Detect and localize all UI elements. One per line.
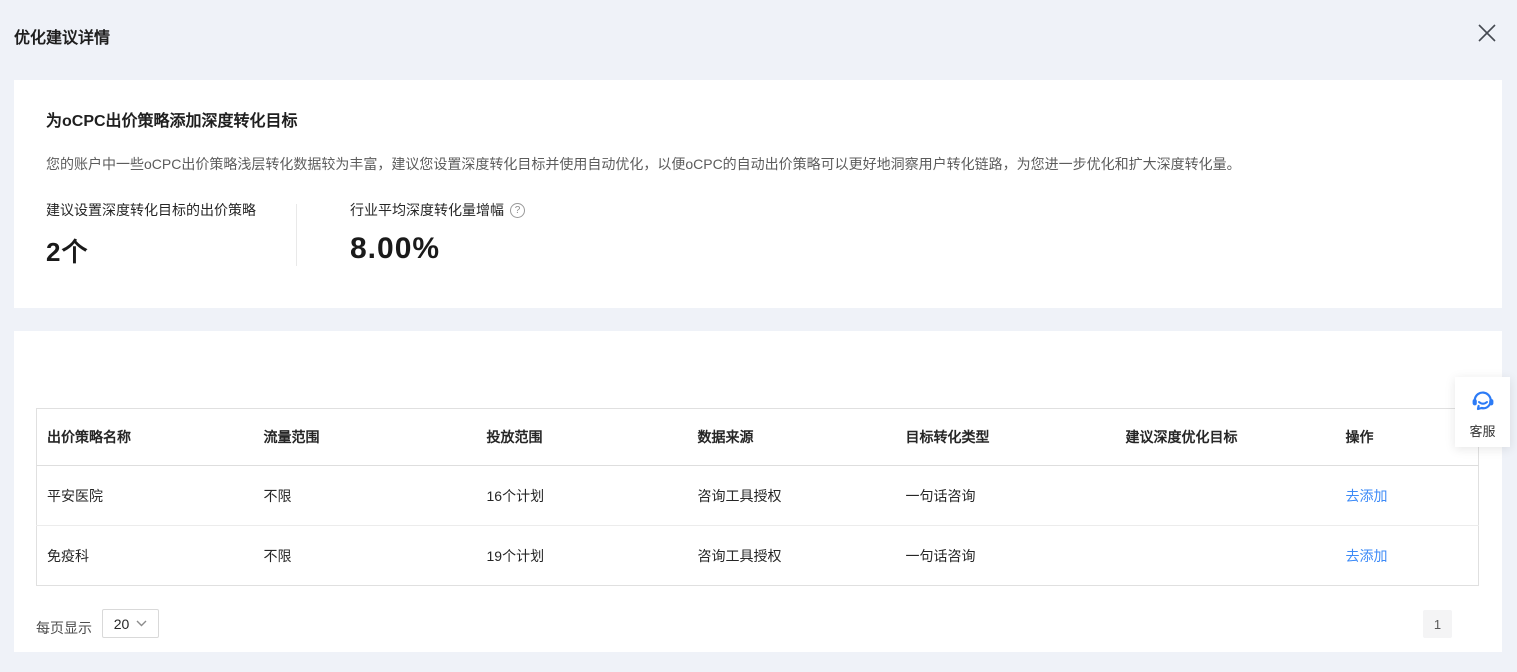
stat-strategy-count-value: 2个	[46, 232, 256, 269]
column-header-name: 出价策略名称	[37, 409, 254, 466]
cell-name: 平安医院	[37, 466, 254, 526]
per-page-label: 每页显示	[36, 618, 92, 638]
cell-traffic: 不限	[254, 466, 477, 526]
cell-type: 一句话咨询	[896, 466, 1116, 526]
add-target-link[interactable]: 去添加	[1346, 488, 1388, 504]
summary-card: 为oCPC出价策略添加深度转化目标 您的账户中一些oCPC出价策略浅层转化数据较…	[14, 80, 1502, 308]
cell-type: 一句话咨询	[896, 526, 1116, 586]
column-header-traffic: 流量范围	[254, 409, 477, 466]
customer-service-label: 客服	[1469, 421, 1495, 440]
close-x-glyph	[1475, 21, 1499, 45]
customer-service-icon	[1469, 388, 1497, 416]
customer-service-button[interactable]: 客服	[1455, 377, 1510, 447]
stat-industry-lift-label: 行业平均深度转化量增幅	[350, 200, 504, 220]
cell-scope: 19个计划	[477, 526, 688, 586]
summary-heading: 为oCPC出价策略添加深度转化目标	[46, 107, 298, 131]
stat-strategy-count-label: 建议设置深度转化目标的出价策略	[46, 200, 256, 220]
per-page-value: 20	[114, 616, 130, 632]
cell-target	[1116, 466, 1336, 526]
cell-source: 咨询工具授权	[688, 466, 896, 526]
stat-strategy-count: 建议设置深度转化目标的出价策略 2个	[46, 200, 256, 269]
table-row: 免疫科 不限 19个计划 咨询工具授权 一句话咨询 去添加	[37, 526, 1479, 586]
page-title: 优化建议详情	[14, 24, 110, 48]
summary-description: 您的账户中一些oCPC出价策略浅层转化数据较为丰富，建议您设置深度转化目标并使用…	[46, 154, 1470, 174]
cell-action: 去添加	[1336, 526, 1479, 586]
cell-target	[1116, 526, 1336, 586]
column-header-source: 数据来源	[688, 409, 896, 466]
cell-traffic: 不限	[254, 526, 477, 586]
page-button-1[interactable]: 1	[1423, 610, 1452, 638]
strategy-table-card: 出价策略名称 流量范围 投放范围 数据来源 目标转化类型 建议深度优化目标 操作…	[14, 331, 1502, 652]
strategy-table: 出价策略名称 流量范围 投放范围 数据来源 目标转化类型 建议深度优化目标 操作…	[36, 408, 1479, 586]
stat-divider	[296, 204, 297, 266]
table-header-row: 出价策略名称 流量范围 投放范围 数据来源 目标转化类型 建议深度优化目标 操作	[37, 409, 1479, 466]
cell-name: 免疫科	[37, 526, 254, 586]
stat-industry-lift-value: 8.00%	[350, 232, 525, 266]
cell-scope: 16个计划	[477, 466, 688, 526]
table-row: 平安医院 不限 16个计划 咨询工具授权 一句话咨询 去添加	[37, 466, 1479, 526]
close-icon[interactable]	[1473, 19, 1501, 47]
chevron-down-icon	[136, 620, 147, 627]
cell-action: 去添加	[1336, 466, 1479, 526]
column-header-scope: 投放范围	[477, 409, 688, 466]
help-icon[interactable]: ?	[510, 203, 525, 218]
add-target-link[interactable]: 去添加	[1346, 548, 1388, 564]
column-header-target: 建议深度优化目标	[1116, 409, 1336, 466]
stat-industry-lift: 行业平均深度转化量增幅 ? 8.00%	[350, 200, 525, 266]
per-page-select[interactable]: 20	[102, 609, 159, 638]
column-header-type: 目标转化类型	[896, 409, 1116, 466]
cell-source: 咨询工具授权	[688, 526, 896, 586]
